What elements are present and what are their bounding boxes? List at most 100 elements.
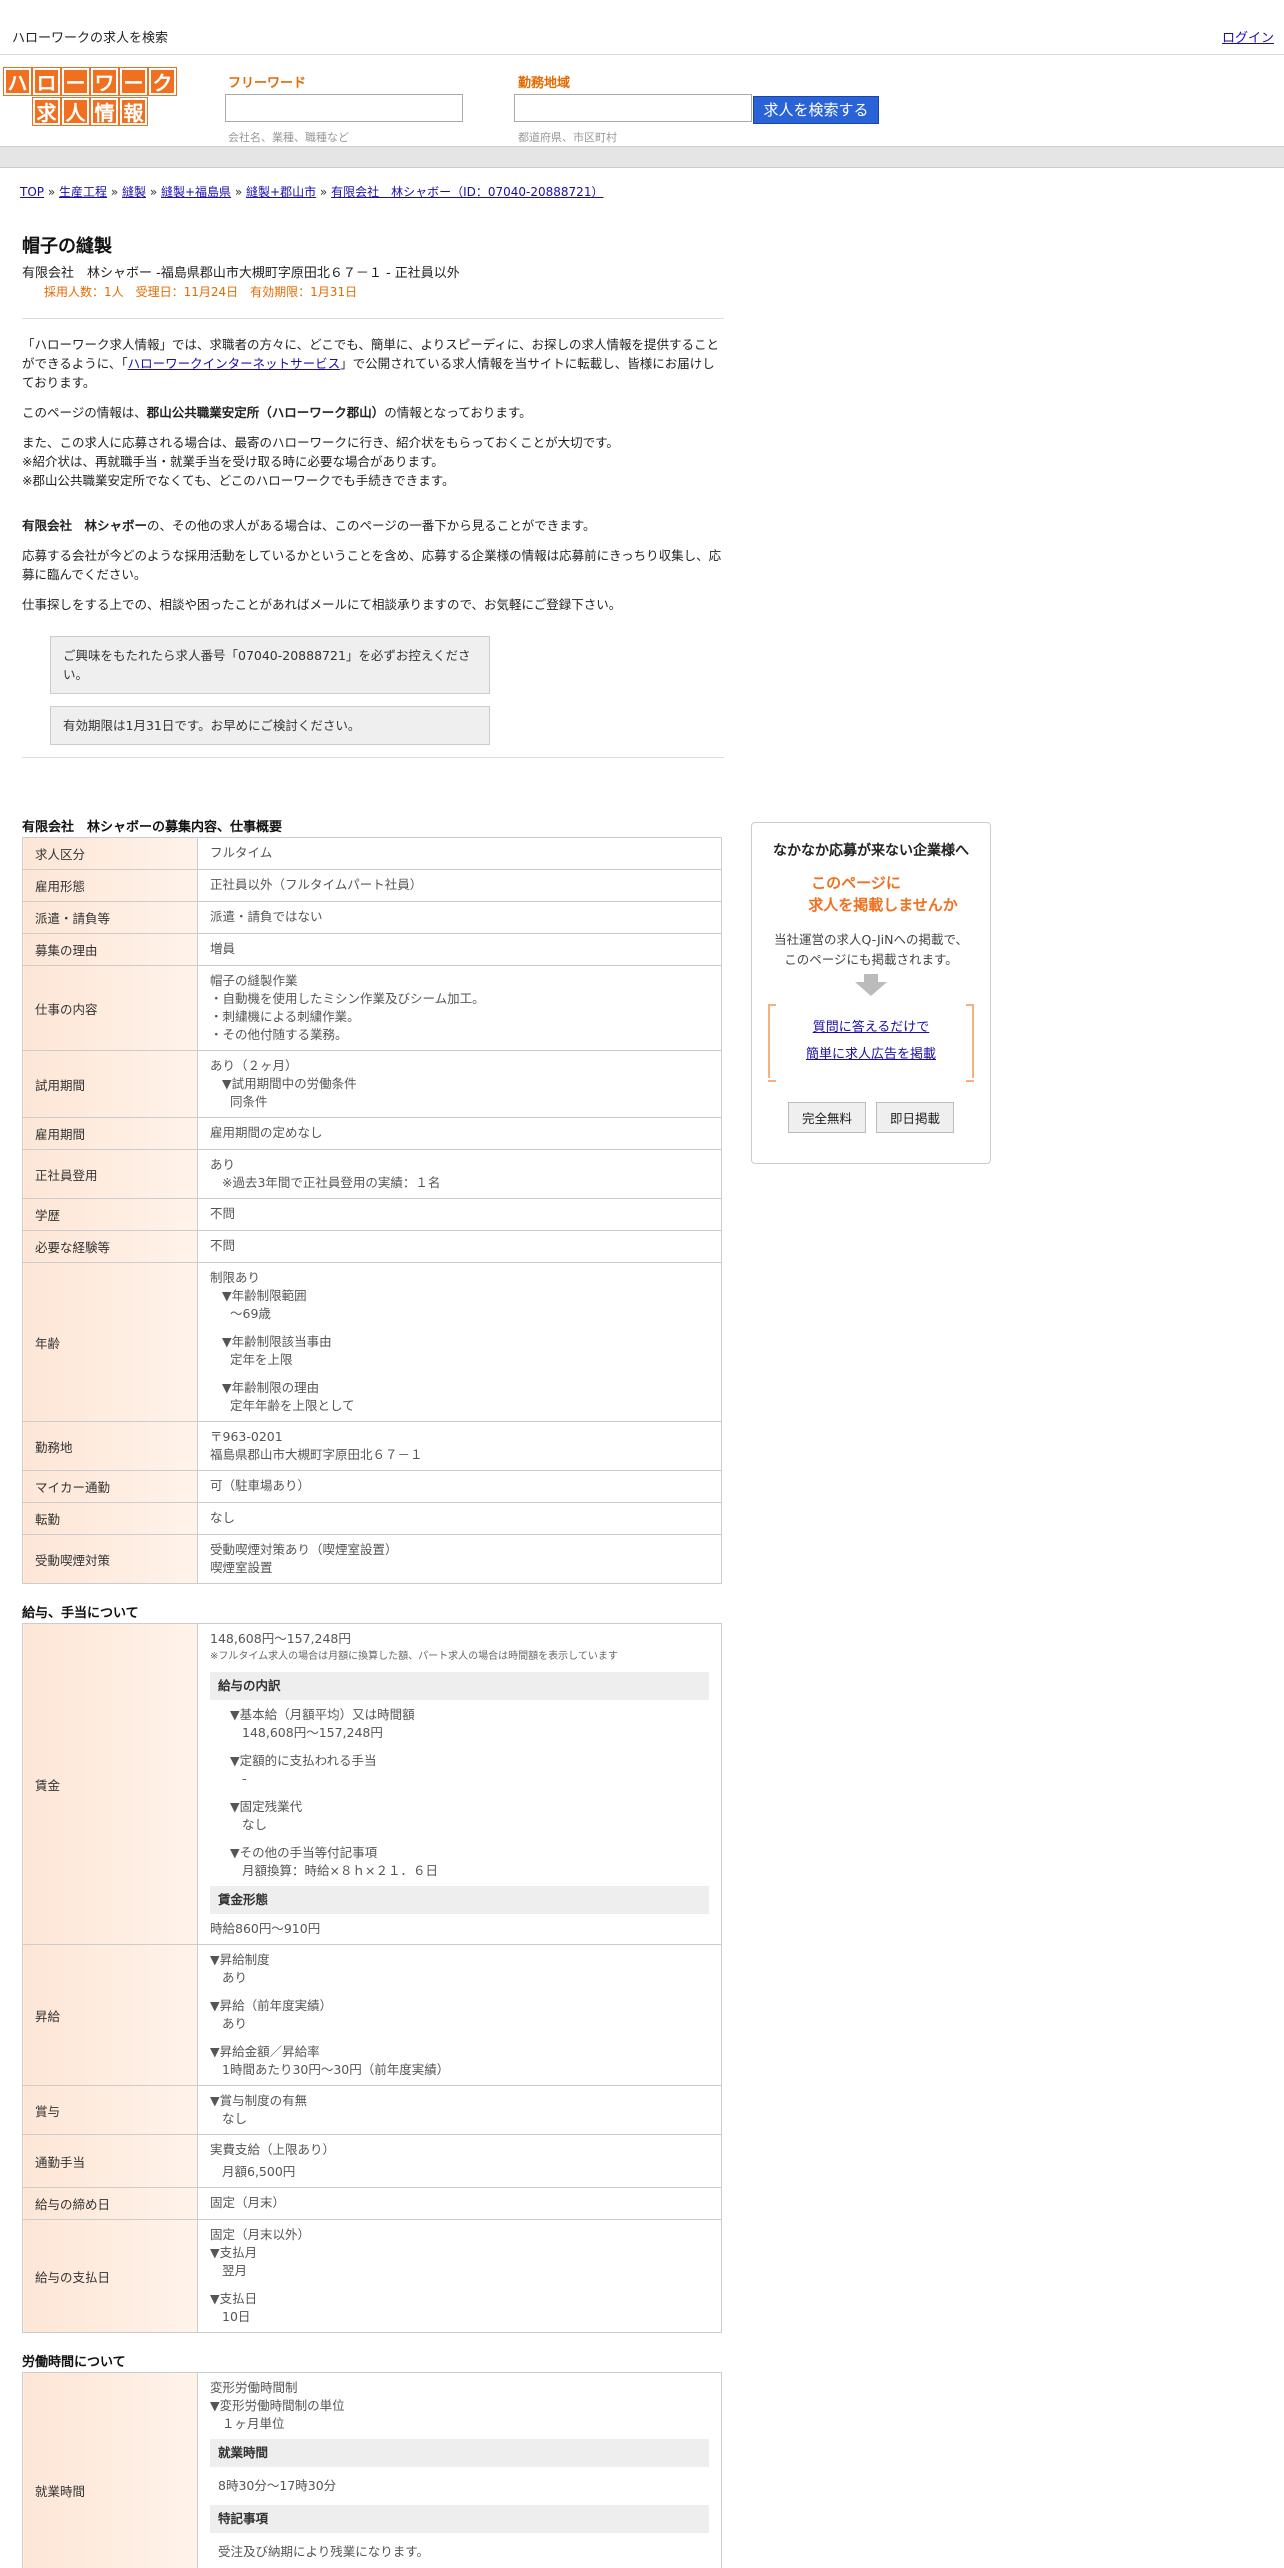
value-line: 10日 [222,2309,251,2324]
value-line: ▼支払日 [210,2291,258,2306]
table-row: 就業時間 変形労働時間制 ▼変形労働時間制の単位 １ヶ月単位 就業時間 8時30… [22,2372,722,2568]
search-button[interactable]: 求人を検索する [753,96,879,124]
office-name: 郡山公共職業安定所（ハローワーク郡山） [146,405,385,420]
breadcrumb-city[interactable]: 縫製+郡山市 [246,185,316,199]
row-header: 仕事の内容 [22,965,198,1051]
hellowork-internet-link[interactable]: ハローワークインターネットサービス [128,356,341,371]
site-logo[interactable]: ハ ロ ー ワ ー ク 求 人 情 報 [3,67,182,126]
intro-text-part: の情報となっております。 [384,405,532,420]
section-title-hours: 労働時間について [22,2355,126,2370]
row-value: 帽子の縫製作業 ・自動機を使用したミシン作業及びシーム加工。 ・刺繍機による刺繍… [197,965,722,1051]
ad-link-post[interactable]: 簡単に求人広告を掲載 [806,1047,936,1062]
row-header: 賃金 [22,1623,198,1945]
row-value: 増員 [197,933,722,966]
value-line: 福島県郡山市大槻町字原田北６７－１ [210,1447,423,1462]
row-value: あり（２ヶ月） ▼試用期間中の労働条件 同条件 [197,1050,722,1118]
row-value: 148,608円〜157,248円 ※フルタイム求人の場合は月額に換算した額、パ… [197,1623,722,1945]
freeword-input[interactable] [225,94,463,122]
row-header: 雇用形態 [22,869,198,902]
logo-char: ロ [32,67,61,96]
intro-text: 「ハローワーク求人情報」では、求職者の方々に、どこでも、簡単に、よりスピーディに… [22,335,724,614]
table-row: 勤務地 〒963-0201 福島県郡山市大槻町字原田北６７－１ [22,1421,722,1471]
freeword-hint: 会社名、業種、職種など [228,131,349,144]
value-line: 〒963-0201 [210,1429,283,1444]
logo-char: 人 [61,97,90,126]
value-line: 同条件 [230,1094,268,1109]
value-line: ▼その他の手当等付記事項 [230,1845,378,1860]
value-line: 喫煙室設置 [210,1560,273,1575]
breadcrumb-occupation[interactable]: 縫製 [122,185,146,199]
ad-link-answer[interactable]: 質問に答えるだけで [813,1020,930,1035]
row-value: 固定（月末以外） ▼支払月 翌月 ▼支払日 10日 [197,2219,722,2333]
value-line: 定年を上限 [230,1352,293,1367]
breadcrumb: TOP » 生産工程 » 縫製 » 縫製+福島県 » 縫製+郡山市 » 有限会社… [20,185,604,199]
free-button[interactable]: 完全無料 [787,1102,866,1133]
ad-text: 当社運営の求人Q-JiNへの掲載で、 このページにも掲載されます。 [752,930,990,970]
hours-table: 就業時間 変形労働時間制 ▼変形労働時間制の単位 １ヶ月単位 就業時間 8時30… [22,2372,722,2568]
arrow-down-icon [864,974,878,982]
job-meta: 採用人数：1人 受理日：11月24日 有効期限：1月31日 [22,283,724,319]
breadcrumb-prefecture[interactable]: 縫製+福島県 [161,185,231,199]
ad-text-line: 当社運営の求人Q-JiNへの掲載で、 [774,932,968,947]
value-line: １ヶ月単位 [222,2416,285,2431]
table-row: 雇用形態 正社員以外（フルタイムパート社員） [22,869,722,902]
breadcrumb-top[interactable]: TOP [20,185,44,199]
value-line: ▼年齢制限該当事由 [222,1334,332,1349]
login-link[interactable]: ログイン [1222,27,1274,46]
freeword-label: フリーワード [228,76,307,91]
value-line: ▼昇給金額／昇給率 [210,2044,320,2059]
intro-text-part: ※紹介状は、再就職手当・就業手当を受け取る時に必要な場合があります。 [22,454,444,469]
table-row: 賃金 148,608円〜157,248円 ※フルタイム求人の場合は月額に換算した… [22,1623,722,1945]
value-line: 変形労働時間制 [210,2380,298,2395]
ad-headline-line: 求人を掲載しませんか [808,896,958,914]
row-value: あり ※過去3年間で正社員登用の実績：１名 [197,1149,722,1199]
intro-text-part: の、その他の求人がある場合は、このページの一番下から見ることができます。 [147,518,596,533]
table-row: 募集の理由 増員 [22,933,722,966]
row-value: 実費支給（上限あり） 月額6,500円 [197,2134,722,2188]
breadcrumb-category[interactable]: 生産工程 [59,185,107,199]
subheader-breakdown: 給与の内訳 [210,1672,709,1700]
same-day-button[interactable]: 即日掲載 [876,1102,955,1133]
logo-char: 報 [119,97,148,126]
value-line: ▼支払月 [210,2245,258,2260]
value-line: 固定（月末以外） [210,2227,311,2242]
value-line: ・自動機を使用したミシン作業及びシーム加工。 [210,991,485,1006]
table-row: マイカー通勤 可（駐車場あり） [22,1470,722,1503]
ad-title: なかなか応募が来ない企業様へ [773,843,969,859]
row-header: 学歴 [22,1198,198,1231]
row-header: 賞与 [22,2085,198,2135]
intro-text-part: このページの情報は、 [22,405,147,420]
row-header: マイカー通勤 [22,1470,198,1503]
value-line: 148,608円〜157,248円 [242,1725,383,1740]
value-line: 時給860円〜910円 [210,1921,321,1936]
header-divider-bar [0,146,1284,168]
row-header: 雇用期間 [22,1117,198,1150]
row-header: 正社員登用 [22,1149,198,1199]
job-title: 帽子の縫製 [22,236,112,257]
table-row: 給与の支払日 固定（月末以外） ▼支払月 翌月 ▼支払日 10日 [22,2219,722,2333]
row-header: 受動喫煙対策 [22,1534,198,1584]
arrow-down-icon [855,982,887,996]
table-row: 昇給 ▼昇給制度 あり ▼昇給（前年度実績） あり ▼昇給金額／昇給率 1時間あ… [22,1944,722,2086]
company-name: 有限会社 林シャボー [22,518,148,533]
value-line: 〜69歳 [230,1306,271,1321]
row-header: 就業時間 [22,2372,198,2568]
subheader-notes: 特記事項 [210,2505,709,2533]
logo-char: ー [61,67,90,96]
area-input[interactable] [514,94,752,122]
row-value: 不問 [197,1230,722,1263]
row-header: 年齢 [22,1262,198,1422]
table-row: 正社員登用 あり ※過去3年間で正社員登用の実績：１名 [22,1149,722,1199]
value-line: ▼基本給（月額平均）又は時間額 [230,1707,415,1722]
intro-paragraph: 仕事探しをする上での、相談や困ったことがあればメールにて相談承りますので、お気軽… [22,597,622,612]
logo-char: ク [148,67,177,96]
row-value: 〒963-0201 福島県郡山市大槻町字原田北６７－１ [197,1421,722,1471]
breadcrumb-current[interactable]: 有限会社 林シャボー（ID：07040-20888721） [331,185,603,199]
intro-paragraph: 有限会社 林シャボーの、その他の求人がある場合は、このページの一番下から見ること… [22,516,724,535]
logo-char: ー [119,67,148,96]
value-line: なし [222,2111,248,2126]
intro-paragraph: また、この求人に応募される場合は、最寄のハローワークに行き、紹介状をもらっておく… [22,433,724,490]
